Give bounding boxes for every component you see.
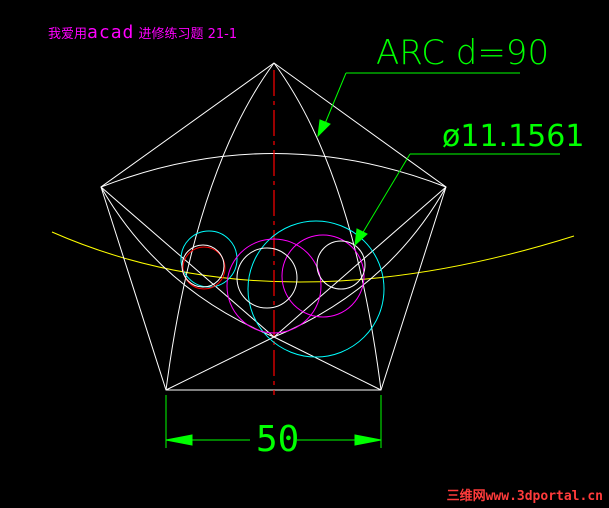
- white-circle-right: [316, 240, 366, 290]
- drawing-title: 我爱用acad 进修练习题 21-1: [48, 22, 237, 43]
- title-app: acad: [87, 22, 135, 43]
- diameter-callout-label: ø11.1561: [442, 119, 585, 154]
- arc-callout-label: ARC d=90: [376, 33, 550, 73]
- drawing-canvas: [51, 62, 575, 448]
- red-circle-left: [182, 246, 226, 290]
- dimension-label: 50: [256, 419, 300, 460]
- cyan-circle-left: [180, 230, 238, 288]
- title-prefix: 我爱用: [48, 27, 88, 42]
- title-suffix: 进修练习题 21-1: [134, 27, 238, 42]
- yellow-arc: [51, 231, 575, 283]
- white-circle-center: [236, 247, 298, 309]
- watermark: 三维网www.3dportal.cn: [446, 489, 603, 504]
- magenta-circle-right: [281, 234, 365, 318]
- cyan-circle-right: [247, 220, 385, 358]
